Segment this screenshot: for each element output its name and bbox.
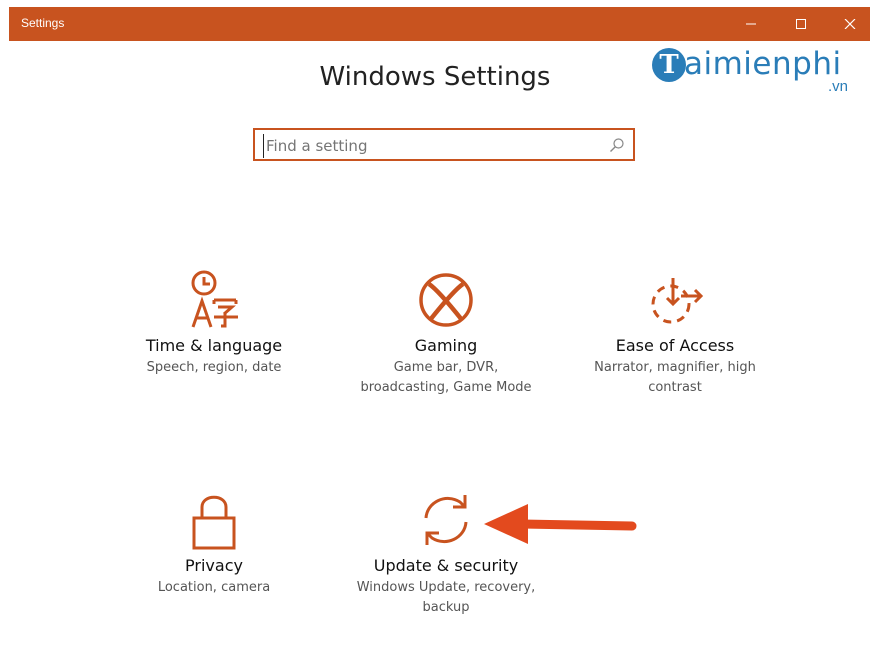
window-title: Settings: [21, 16, 65, 30]
ease-of-access-icon: [651, 278, 704, 324]
time-language-icon: [191, 270, 238, 328]
tile-description-line-1: Narrator, magnifier, high: [594, 360, 756, 375]
tile-gaming[interactable]: Gaming Game bar, DVR, broadcasting, Game…: [346, 270, 546, 398]
tile-title: Gaming: [414, 336, 478, 355]
maximize-button[interactable]: [778, 7, 824, 41]
watermark-logo: T aimienphi .vn: [652, 44, 866, 104]
close-icon: [844, 19, 856, 29]
close-button[interactable]: [827, 7, 870, 41]
tile-title: Privacy: [185, 556, 243, 575]
logo-tld: .vn: [828, 78, 849, 95]
tile-description: Location, camera: [157, 580, 271, 595]
title-bar: Settings: [9, 7, 870, 41]
tile-privacy[interactable]: Privacy Location, camera: [114, 490, 314, 598]
search-input[interactable]: [263, 134, 598, 158]
tile-description-line-1: Game bar, DVR,: [393, 360, 499, 375]
tile-title: Update & security: [373, 556, 519, 575]
tile-title: Time & language: [145, 336, 283, 355]
tile-ease-of-access[interactable]: Ease of Access Narrator, magnifier, high…: [575, 270, 775, 398]
tile-description: Speech, region, date: [146, 360, 282, 375]
tile-title: Ease of Access: [615, 336, 735, 355]
tile-description-line-2: broadcasting, Game Mode: [360, 380, 532, 395]
minimize-icon: [746, 23, 756, 25]
annotation-arrow-icon: [484, 504, 637, 544]
tile-description-line-2: contrast: [648, 380, 702, 395]
xbox-icon: [419, 273, 473, 327]
tile-description-line-2: backup: [422, 600, 470, 615]
lock-icon: [192, 495, 236, 550]
maximize-icon: [796, 19, 806, 29]
logo-badge: T: [652, 48, 686, 82]
minimize-button[interactable]: [728, 7, 774, 41]
search-box[interactable]: [253, 128, 635, 161]
tile-time-language[interactable]: Time & language Speech, region, date: [114, 270, 314, 378]
search-icon[interactable]: [609, 137, 625, 153]
tile-description-line-1: Windows Update, recovery,: [356, 580, 536, 595]
sync-icon: [424, 495, 468, 545]
logo-brand: aimienphi: [684, 46, 842, 82]
